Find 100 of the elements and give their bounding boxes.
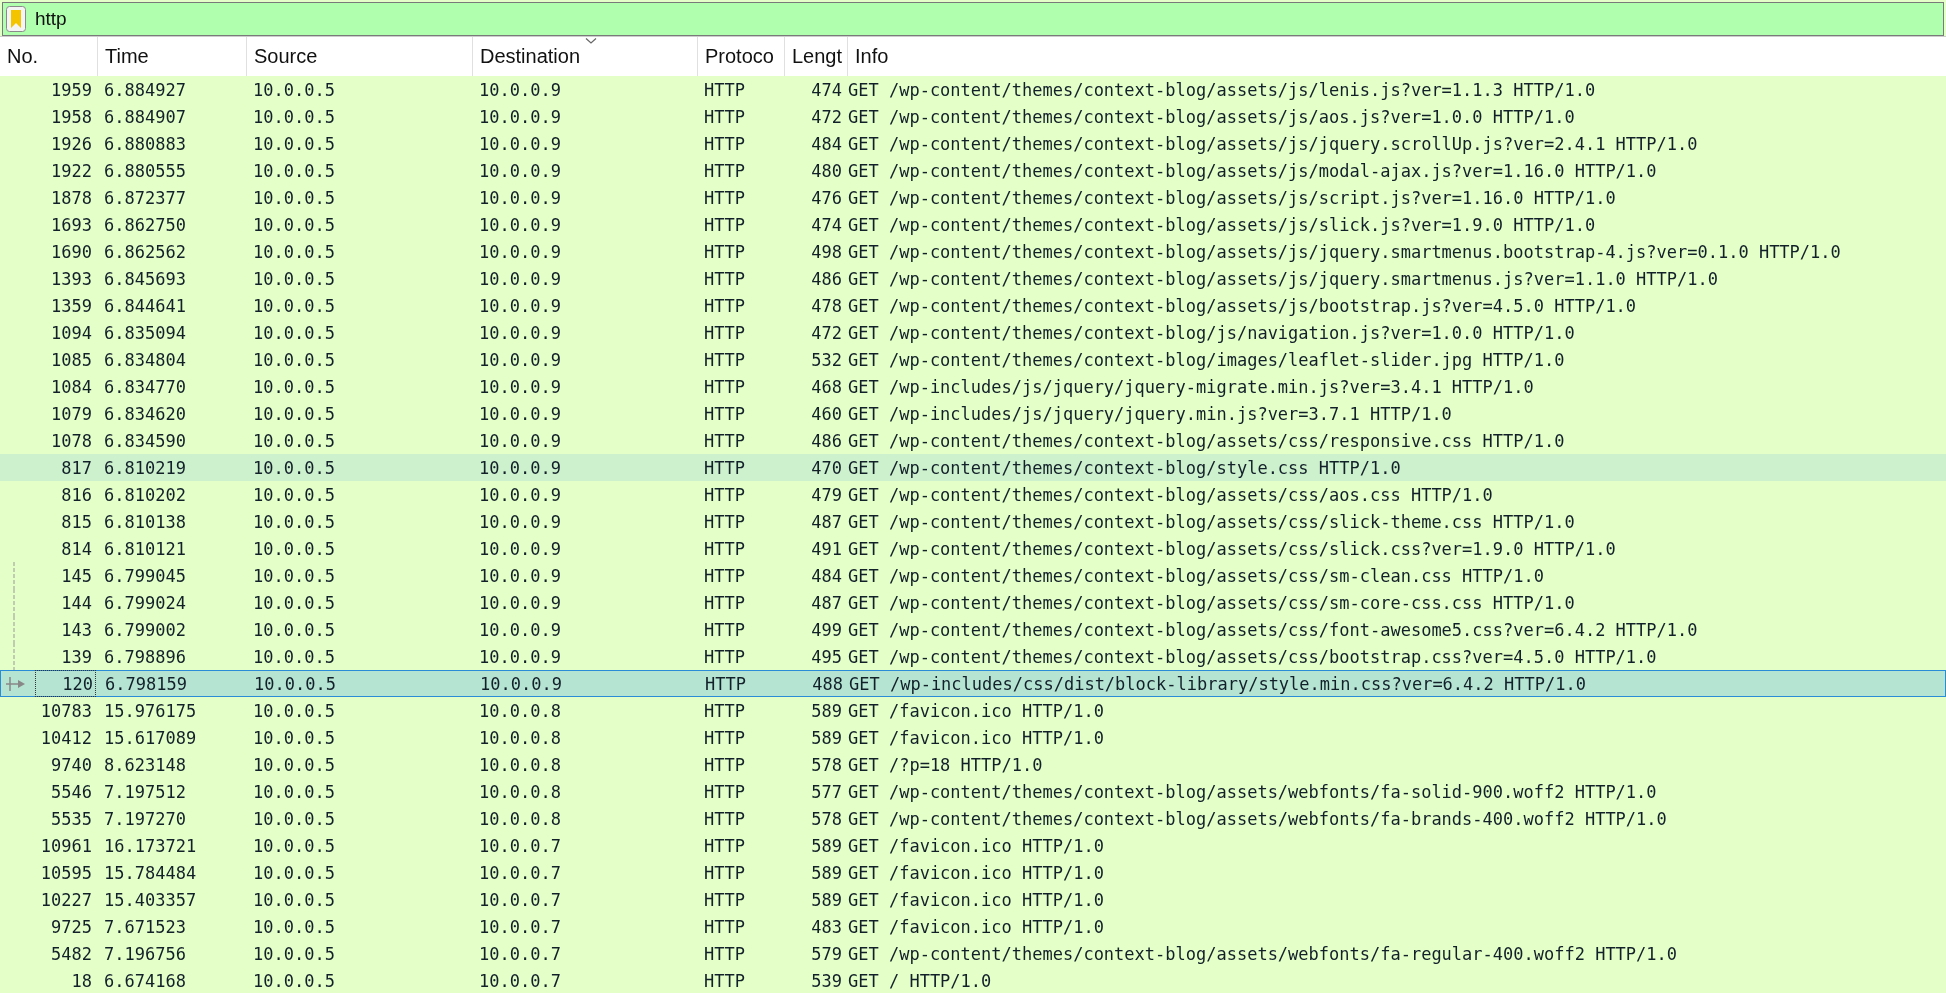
table-cell-text: 480 <box>810 160 843 181</box>
table-cell-text: 460 <box>810 403 843 424</box>
table-cell-text: 6.862562 <box>103 241 187 262</box>
packet-number: 1094 <box>50 322 93 343</box>
table-cell-text: 10.0.0.9 <box>478 322 562 343</box>
table-cell-text: 577 <box>810 781 843 802</box>
table-cell-text: 16.173721 <box>103 835 198 856</box>
packet-number: 815 <box>60 511 93 532</box>
table-cell-text: 486 <box>810 268 843 289</box>
table-cell-text: 7.196756 <box>103 943 187 964</box>
bookmark-icon[interactable] <box>6 6 26 32</box>
info-cell-text: GET /favicon.ico HTTP/1.0 <box>848 700 1105 721</box>
table-cell-text: 491 <box>810 538 843 559</box>
packet-number: 5546 <box>50 781 93 802</box>
table-cell-text: 10.0.0.7 <box>478 862 562 883</box>
table-cell-text: 468 <box>810 376 843 397</box>
packet-number: 1393 <box>50 268 93 289</box>
table-cell-text: 10.0.0.8 <box>478 700 562 721</box>
info-cell-text: GET /wp-content/themes/context-blog/assets/css/slick.css?ver=1.9.0 HTTP/1.0 <box>848 538 1617 559</box>
table-cell-text: HTTP <box>703 565 746 586</box>
info-cell-text: GET /wp-content/themes/context-blog/assets/css/sm-core-css.css HTTP/1.0 <box>848 592 1576 613</box>
table-cell-text: HTTP <box>703 808 746 829</box>
column-header[interactable]: Info <box>848 37 1946 76</box>
table-cell-text: 10.0.0.9 <box>479 673 563 694</box>
table-cell-text: 10.0.0.5 <box>252 781 336 802</box>
packet-number: 1359 <box>50 295 93 316</box>
info-cell-text: GET /favicon.ico HTTP/1.0 <box>848 916 1105 937</box>
table-cell-text: 10.0.0.9 <box>478 106 562 127</box>
packet-number: 1085 <box>50 349 93 370</box>
table-cell-text: 10.0.0.5 <box>252 646 336 667</box>
table-cell-text: 10.0.0.5 <box>252 106 336 127</box>
table-cell-text: HTTP <box>703 943 746 964</box>
table-cell-text: 7.197270 <box>103 808 187 829</box>
packet-number: 1959 <box>50 79 93 100</box>
packet-number: 10227 <box>39 889 93 910</box>
table-cell-text: 15.784484 <box>103 862 198 883</box>
table-cell-text: 10.0.0.9 <box>478 592 562 613</box>
table-cell-text: 10.0.0.9 <box>478 430 562 451</box>
info-cell-text: GET /wp-content/themes/context-blog/assets/js/jquery.scrollUp.js?ver=2.4.1 HTTP/1.0 <box>848 133 1699 154</box>
table-cell-text: 539 <box>810 970 843 991</box>
table-cell-text: HTTP <box>703 187 746 208</box>
info-cell-text: GET /wp-content/themes/context-blog/assets/css/font-awesome5.css?ver=6.4.2 HTTP/1.0 <box>848 619 1699 640</box>
info-cell-text: GET /wp-content/themes/context-blog/assets/js/lenis.js?ver=1.1.3 HTTP/1.0 <box>848 79 1597 100</box>
packet-number: 9725 <box>50 916 93 937</box>
table-cell-text: HTTP <box>703 889 746 910</box>
packet-number: 10961 <box>39 835 93 856</box>
table-cell-text: 10.0.0.7 <box>478 970 562 991</box>
info-cell-text: GET /wp-content/themes/context-blog/assets/css/aos.css HTTP/1.0 <box>848 484 1494 505</box>
info-cell-text: GET /wp-content/themes/context-blog/js/navigation.js?ver=1.0.0 HTTP/1.0 <box>848 322 1576 343</box>
table-cell-text: 7.197512 <box>103 781 187 802</box>
packet-number: 143 <box>60 619 93 640</box>
table-cell-text: 10.0.0.9 <box>478 646 562 667</box>
info-cell-text: GET /wp-content/themes/context-blog/style.css HTTP/1.0 <box>848 457 1402 478</box>
info-cell-text: GET /wp-content/themes/context-blog/assets/webfonts/fa-solid-900.woff2 HTTP/1.0 <box>848 781 1658 802</box>
info-cell-text: GET /wp-content/themes/context-blog/assets/webfonts/fa-brands-400.woff2 HTTP/1.0 <box>848 808 1668 829</box>
table-cell-text: 10.0.0.5 <box>252 214 336 235</box>
table-cell-text: HTTP <box>703 646 746 667</box>
table-cell-text: 10.0.0.5 <box>252 835 336 856</box>
table-cell-text: 10.0.0.5 <box>252 565 336 586</box>
table-cell-text: 476 <box>810 187 843 208</box>
table-cell-text: 589 <box>810 862 843 883</box>
table-cell-text: 10.0.0.5 <box>252 862 336 883</box>
table-cell-text: 470 <box>810 457 843 478</box>
table-cell-text: HTTP <box>703 403 746 424</box>
table-cell-text: HTTP <box>703 376 746 397</box>
table-cell-text: 6.834804 <box>103 349 187 370</box>
table-cell-text: 10.0.0.9 <box>478 619 562 640</box>
table-cell-text: 10.0.0.5 <box>252 241 336 262</box>
packet-number: 120 <box>36 671 95 696</box>
packet-number: 5535 <box>50 808 93 829</box>
table-cell-text: 10.0.0.7 <box>478 889 562 910</box>
table-cell-text: 10.0.0.9 <box>478 133 562 154</box>
packet-row[interactable]: 120 6.798159 10.0.0.5 10.0.0.9 HTTP 488 GET /wp-includes/css/dist/block-library/style.min.css?ver=6.4.2 HTTP/1.0 <box>0 670 1946 697</box>
display-filter-field[interactable]: http <box>2 2 1944 36</box>
table-cell-text: 10.0.0.5 <box>252 133 336 154</box>
table-cell-text: 487 <box>810 511 843 532</box>
table-cell-text: 6.810121 <box>103 538 187 559</box>
table-cell-text: 10.0.0.5 <box>252 403 336 424</box>
packet-number: 145 <box>60 565 93 586</box>
packet-number: 1922 <box>50 160 93 181</box>
packet-row[interactable]: 817 6.810219 10.0.0.5 10.0.0.9 HTTP 470 GET /wp-content/themes/context-blog/style.css HTTP/1.0 <box>0 454 1946 481</box>
table-cell-text: 10.0.0.8 <box>478 781 562 802</box>
table-cell-text: 10.0.0.5 <box>252 268 336 289</box>
table-cell-text: 532 <box>810 349 843 370</box>
packet-number: 1078 <box>50 430 93 451</box>
table-cell-text: 6.844641 <box>103 295 187 316</box>
table-cell-text: 478 <box>810 295 843 316</box>
table-cell-text: 10.0.0.5 <box>252 484 336 505</box>
packet-number: 817 <box>60 457 93 478</box>
table-cell-text: 10.0.0.9 <box>478 538 562 559</box>
table-cell-text: 472 <box>810 322 843 343</box>
packet-number: 10783 <box>39 700 93 721</box>
table-cell-text: 10.0.0.5 <box>252 538 336 559</box>
table-cell-text: HTTP <box>704 673 747 694</box>
table-cell-text: HTTP <box>703 241 746 262</box>
table-cell-text: 589 <box>810 727 843 748</box>
table-cell-text: 10.0.0.9 <box>478 160 562 181</box>
table-cell-text: HTTP <box>703 79 746 100</box>
table-cell-text: HTTP <box>703 700 746 721</box>
table-cell-text: 10.0.0.5 <box>252 457 336 478</box>
